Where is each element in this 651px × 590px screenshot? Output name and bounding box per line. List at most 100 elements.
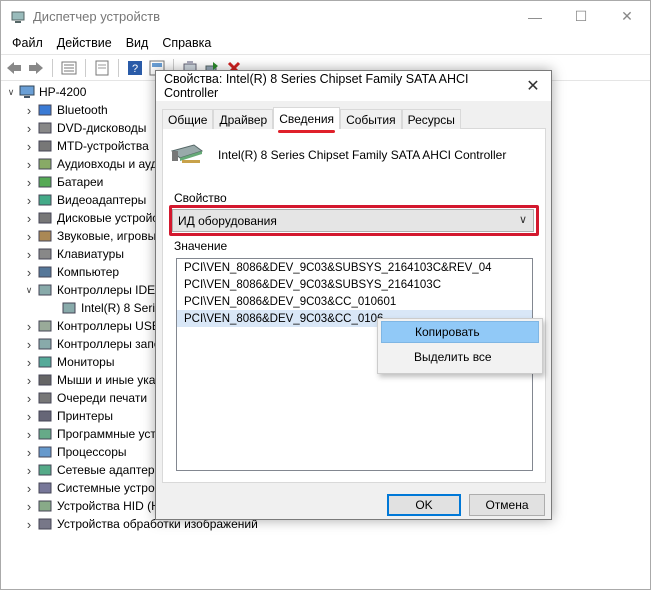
dialog-title-bar: Свойства: Intel(R) 8 Series Chipset Fami… xyxy=(156,71,551,101)
menu-file[interactable]: Файл xyxy=(5,36,50,50)
disk-icon xyxy=(38,212,52,224)
bluetooth-icon xyxy=(38,104,52,116)
tree-item-label: Bluetooth xyxy=(57,103,108,117)
chevron-down-icon[interactable]: ∨ xyxy=(5,87,17,98)
display-adapter-icon xyxy=(38,194,52,206)
chevron-right-icon[interactable]: › xyxy=(23,193,35,208)
chevron-right-icon[interactable]: › xyxy=(23,373,35,388)
ide-controller-icon xyxy=(38,284,52,296)
network-icon xyxy=(38,464,52,476)
chevron-right-icon[interactable]: › xyxy=(23,175,35,190)
value-row[interactable]: PCI\VEN_8086&DEV_9C03&SUBSYS_2164103C&RE… xyxy=(177,259,532,276)
tree-item-label: Видеоадаптеры xyxy=(57,193,147,207)
close-button[interactable]: ✕ xyxy=(604,1,650,32)
forward-icon[interactable] xyxy=(27,59,45,77)
chevron-right-icon[interactable]: › xyxy=(23,427,35,442)
tab-general[interactable]: Общие xyxy=(162,109,214,129)
monitor-icon xyxy=(38,356,52,368)
menu-view[interactable]: Вид xyxy=(119,36,156,50)
context-menu: Копировать Выделить все xyxy=(377,318,543,374)
chevron-right-icon[interactable]: › xyxy=(23,463,35,478)
computer-icon xyxy=(38,266,52,278)
tree-item-label: Процессоры xyxy=(57,445,127,459)
chevron-right-icon[interactable]: › xyxy=(23,319,35,334)
chevron-right-icon[interactable]: › xyxy=(23,211,35,226)
software-device-icon xyxy=(38,428,52,440)
tree-item-label: Мониторы xyxy=(57,355,115,369)
chevron-right-icon[interactable]: › xyxy=(23,355,35,370)
chevron-right-icon[interactable]: › xyxy=(23,445,35,460)
chevron-right-icon[interactable]: › xyxy=(23,499,35,514)
chevron-right-icon[interactable]: › xyxy=(23,481,35,496)
toolbar-separator xyxy=(118,58,119,77)
keyboard-icon xyxy=(38,248,52,260)
chevron-right-icon[interactable]: › xyxy=(23,265,35,280)
tree-item-label: Очереди печати xyxy=(57,391,148,405)
mouse-icon xyxy=(38,374,52,386)
audio-icon xyxy=(38,158,52,170)
dvd-icon xyxy=(38,122,52,134)
tab-resources[interactable]: Ресурсы xyxy=(401,109,461,129)
chevron-right-icon[interactable]: › xyxy=(23,409,35,424)
battery-icon xyxy=(38,176,52,188)
help-icon[interactable]: ? xyxy=(126,59,144,77)
chevron-right-icon[interactable]: › xyxy=(23,103,35,118)
chevron-right-icon[interactable]: › xyxy=(23,391,35,406)
value-row[interactable]: PCI\VEN_8086&DEV_9C03&SUBSYS_2164103C xyxy=(177,276,532,293)
usb-icon xyxy=(38,320,52,332)
mtd-icon xyxy=(38,140,52,152)
chevron-right-icon[interactable]: › xyxy=(23,121,35,136)
tree-item-label: Сетевые адаптеры xyxy=(57,463,164,477)
ok-button[interactable]: OK xyxy=(387,494,461,516)
controller-icon xyxy=(62,302,76,314)
menu-action[interactable]: Действие xyxy=(50,36,119,50)
properties-icon[interactable] xyxy=(60,59,78,77)
minimize-button[interactable]: — xyxy=(512,1,558,32)
tree-item-label: DVD-дисководы xyxy=(57,121,147,135)
properties-dialog: Свойства: Intel(R) 8 Series Chipset Fami… xyxy=(155,70,552,520)
tree-item-label: Принтеры xyxy=(57,409,113,423)
update-icon[interactable] xyxy=(93,59,111,77)
copy-menu-item[interactable]: Копировать xyxy=(381,321,539,343)
chevron-down-icon[interactable]: ∨ xyxy=(23,285,35,296)
tree-item-label: Клавиатуры xyxy=(57,247,124,261)
tree-root-label: HP-4200 xyxy=(39,85,87,99)
value-label: Значение xyxy=(174,239,228,253)
select-all-menu-item[interactable]: Выделить все xyxy=(381,346,539,368)
tab-details[interactable]: Сведения xyxy=(273,107,341,133)
device-manager-icon xyxy=(11,11,25,23)
tab-events[interactable]: События xyxy=(340,109,402,129)
window-title: Диспетчер устройств xyxy=(33,9,161,24)
device-name: Intel(R) 8 Series Chipset Family SATA AH… xyxy=(218,148,507,162)
toolbar-separator xyxy=(52,58,53,77)
dialog-title: Свойства: Intel(R) 8 Series Chipset Fami… xyxy=(164,72,469,100)
printer-icon xyxy=(38,410,52,422)
storage-icon xyxy=(38,338,52,350)
chevron-right-icon[interactable]: › xyxy=(23,247,35,262)
system-icon xyxy=(38,482,52,494)
tab-driver[interactable]: Драйвер xyxy=(213,109,274,129)
svg-text:?: ? xyxy=(132,63,138,75)
back-icon[interactable] xyxy=(5,59,23,77)
sound-icon xyxy=(38,230,52,242)
tree-item-label: Контроллеры USB xyxy=(57,319,160,333)
chevron-right-icon[interactable]: › xyxy=(23,229,35,244)
camera-icon xyxy=(38,518,52,530)
tree-item-label: MTD-устройства xyxy=(57,139,149,153)
cpu-icon xyxy=(38,446,52,458)
menu-bar: Файл Действие Вид Справка xyxy=(1,32,650,54)
maximize-button[interactable]: ☐ xyxy=(558,1,604,32)
dialog-close-button[interactable]: ✕ xyxy=(515,71,551,101)
chevron-right-icon[interactable]: › xyxy=(23,139,35,154)
chevron-right-icon[interactable]: › xyxy=(23,517,35,532)
chevron-right-icon[interactable]: › xyxy=(23,337,35,352)
menu-help[interactable]: Справка xyxy=(155,36,218,50)
tree-item-label: Компьютер xyxy=(57,265,120,279)
title-bar: Диспетчер устройств — ☐ ✕ xyxy=(1,1,650,32)
chevron-right-icon[interactable]: › xyxy=(23,157,35,172)
cancel-button[interactable]: Отмена xyxy=(469,494,545,516)
toolbar-separator xyxy=(85,58,86,77)
dialog-tabs: Общие Драйвер Сведения События Ресурсы xyxy=(162,107,461,133)
value-row[interactable]: PCI\VEN_8086&DEV_9C03&CC_010601 xyxy=(177,293,532,310)
hid-icon xyxy=(38,500,52,512)
